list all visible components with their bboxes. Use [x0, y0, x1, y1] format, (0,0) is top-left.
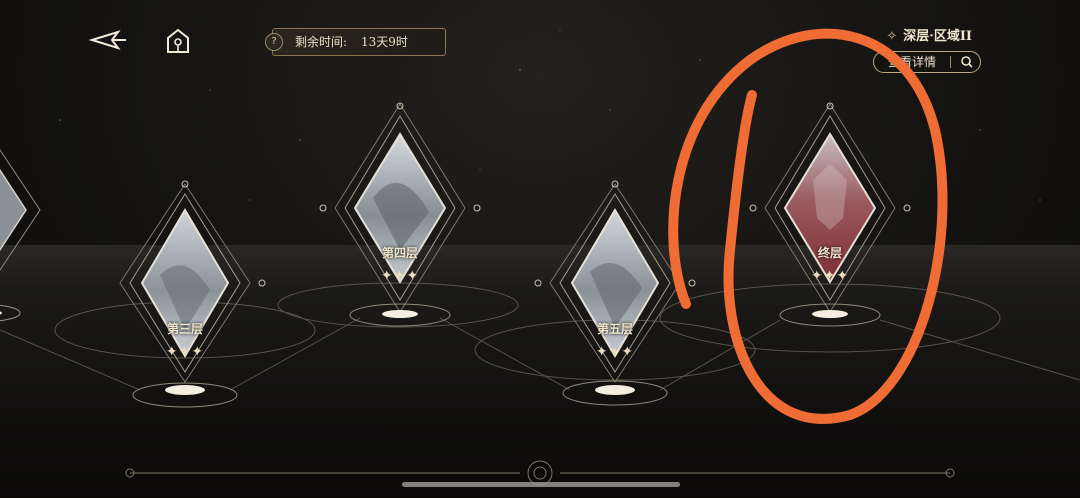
- horizontal-scrollbar[interactable]: [402, 482, 680, 487]
- crystal-diamond: [319, 102, 481, 327]
- home-icon: [167, 28, 189, 53]
- top-bar: ? 剩余时间: 13天9时 ✧ 深层·区域II 查看详情: [0, 0, 1080, 80]
- star-rating: ✦✦✦: [810, 268, 850, 284]
- level-label: 第三层: [166, 322, 203, 336]
- back-button[interactable]: [88, 26, 128, 54]
- star-rating: ✦✦✦: [595, 344, 635, 360]
- region-title-text: 深层·区域II: [903, 29, 972, 44]
- crystal-diamond-final: [749, 102, 911, 327]
- level-node-floor-5[interactable]: 第五层 ✦✦✦: [534, 180, 696, 406]
- view-details-button[interactable]: 查看详情: [873, 51, 981, 73]
- level-node-floor-3[interactable]: 第三层 ✦✦✦: [110, 180, 266, 408]
- level-label: 终层: [817, 246, 842, 260]
- remaining-time-panel: ? 剩余时间: 13天9时: [265, 28, 446, 56]
- level-node-partial[interactable]: [0, 135, 41, 325]
- home-button[interactable]: [164, 28, 192, 54]
- game-stage: ? 剩余时间: 13天9时 ✧ 深层·区域II 查看详情 第三层 ✦✦✦ 第四层…: [0, 0, 1080, 498]
- star-rating: ✦✦✦: [380, 268, 420, 284]
- help-icon[interactable]: ?: [265, 33, 283, 51]
- sparkle-icon: ✧: [886, 29, 898, 44]
- bottom-ornament: [125, 460, 955, 486]
- back-arrow-icon: [88, 30, 126, 50]
- region-title: ✧ 深层·区域II: [886, 25, 972, 44]
- level-node-floor-4[interactable]: 第四层 ✦✦✦: [319, 100, 481, 327]
- crystal-diamond: [119, 180, 266, 408]
- star-rating: ✦✦✦: [165, 344, 205, 360]
- crystal-diamond: [0, 149, 41, 322]
- view-details-label: 查看详情: [888, 55, 937, 69]
- level-label: 第五层: [596, 322, 633, 336]
- button-divider: [950, 56, 951, 68]
- crystal-diamond: [534, 180, 696, 406]
- level-label: 第四层: [381, 246, 418, 260]
- remaining-time-label: 剩余时间:: [295, 35, 348, 49]
- magnifier-icon: [960, 52, 974, 78]
- level-node-final-floor[interactable]: 终层 ✦✦✦: [749, 100, 911, 327]
- remaining-time-value: 13天9时: [361, 35, 408, 49]
